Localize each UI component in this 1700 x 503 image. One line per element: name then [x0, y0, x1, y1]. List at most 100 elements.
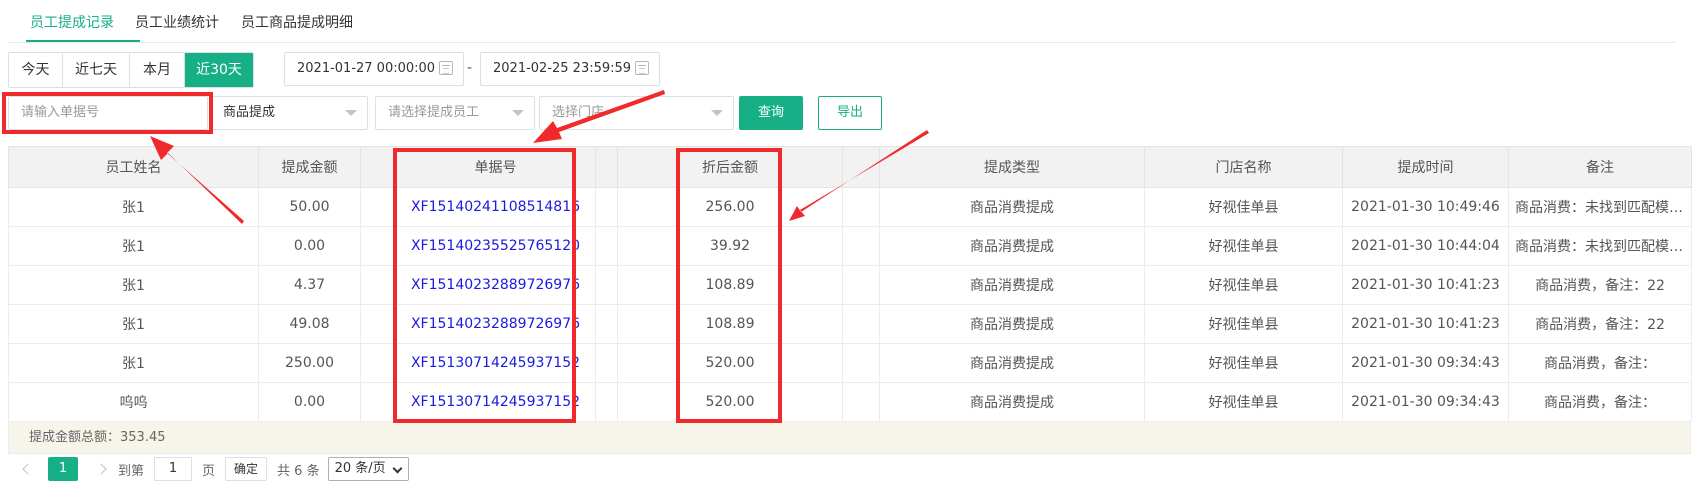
col-spacer [360, 146, 396, 188]
chevron-right-icon[interactable] [96, 459, 110, 479]
export-button[interactable]: 导出 [818, 96, 882, 130]
col-commission-type: 提成类型 [879, 146, 1145, 188]
order-no-input[interactable]: 请输入单据号 [8, 96, 208, 130]
cell-store: 好视佳单县 [1144, 304, 1343, 344]
cell-time: 2021-01-30 10:41:23 [1342, 304, 1509, 344]
end-date-value: 2021-02-25 23:59:59 [493, 61, 632, 76]
table-row: 张1 49.08 XF15140232889726976 108.89 商品消费… [8, 304, 1692, 344]
cell-order-no-link[interactable]: XF15140232889726976 [395, 304, 596, 344]
table-row: 张1 250.00 XF15130714245937152 520.00 商品消… [8, 343, 1692, 383]
cell-amount: 4.37 [258, 265, 361, 305]
cell-spacer [842, 304, 880, 344]
cell-employee: 张1 [8, 304, 259, 344]
cell-note: 商品消费，备注： [1508, 382, 1692, 422]
cell-note: 商品消费，备注：22 [1508, 265, 1692, 305]
cell-discounted: 520.00 [617, 382, 843, 422]
employee-placeholder: 请选择提成员工 [388, 105, 480, 120]
cell-employee: 张1 [8, 265, 259, 305]
employee-select[interactable]: 请选择提成员工 [375, 96, 535, 130]
commission-table: 员工姓名 提成金额 单据号 折后金额 提成类型 门店名称 提成时间 备注 张1 … [8, 146, 1692, 454]
cell-discounted: 256.00 [617, 187, 843, 227]
cell-note: 商品消费：未找到匹配模版，备注： [1508, 187, 1692, 227]
cell-order-no-link[interactable]: XF15140232889726976 [395, 265, 596, 305]
col-discounted-amount: 折后金额 [617, 146, 843, 188]
chevron-left-icon[interactable] [20, 459, 34, 479]
chevron-down-icon [512, 110, 524, 116]
cell-spacer [360, 265, 396, 305]
tab-product-commission-detail[interactable]: 员工商品提成明细 [241, 12, 353, 32]
cell-type: 商品消费提成 [879, 265, 1145, 305]
cell-amount: 50.00 [258, 187, 361, 227]
table-row: 张1 4.37 XF15140232889726976 108.89 商品消费提… [8, 265, 1692, 305]
query-button[interactable]: 查询 [739, 96, 803, 130]
cell-order-no-link[interactable]: XF15140235525765120 [395, 226, 596, 266]
cell-amount: 0.00 [258, 382, 361, 422]
calendar-icon [439, 61, 453, 75]
table-row: 呜呜 0.00 XF15130714245937152 520.00 商品消费提… [8, 382, 1692, 422]
order-no-placeholder: 请输入单据号 [21, 105, 100, 120]
col-spacer [595, 146, 618, 188]
cell-spacer [842, 226, 880, 266]
calendar-icon [635, 61, 649, 75]
cell-spacer [360, 304, 396, 344]
commission-type-select[interactable]: 商品提成 [210, 96, 368, 130]
quick-date-30-days[interactable]: 近30天 [185, 53, 253, 87]
data-grid: 员工姓名 提成金额 单据号 折后金额 提成类型 门店名称 提成时间 备注 张1 … [8, 146, 1692, 422]
col-commission-time: 提成时间 [1342, 146, 1509, 188]
store-placeholder: 选择门店 [552, 105, 605, 120]
tab-performance-stats[interactable]: 员工业绩统计 [135, 12, 219, 32]
start-date-input[interactable]: 2021-01-27 00:00:00 [284, 52, 464, 86]
store-select[interactable]: 选择门店 [539, 96, 734, 130]
cell-discounted: 39.92 [617, 226, 843, 266]
cell-discounted: 108.89 [617, 304, 843, 344]
col-store-name: 门店名称 [1144, 146, 1343, 188]
page-number-current[interactable]: 1 [48, 457, 78, 481]
cell-store: 好视佳单县 [1144, 226, 1343, 266]
cell-spacer [842, 382, 880, 422]
cell-store: 好视佳单县 [1144, 382, 1343, 422]
cell-spacer [595, 304, 618, 344]
goto-page-input[interactable]: 1 [154, 457, 193, 481]
cell-store: 好视佳单县 [1144, 265, 1343, 305]
cell-spacer [360, 226, 396, 266]
goto-confirm-button[interactable]: 确定 [225, 457, 268, 481]
total-commission-summary: 提成金额总额：353.45 [8, 422, 1691, 454]
cell-spacer [360, 343, 396, 383]
goto-label: 到第 [118, 463, 145, 479]
tab-bar: 员工提成记录 员工业绩统计 员工商品提成明细 [8, 0, 1676, 43]
date-separator: - [467, 60, 473, 76]
chevron-down-icon [711, 110, 723, 116]
cell-time: 2021-01-30 10:44:04 [1342, 226, 1509, 266]
cell-order-no-link[interactable]: XF15140241108514816 [395, 187, 596, 227]
cell-spacer [360, 382, 396, 422]
col-note: 备注 [1508, 146, 1692, 188]
tab-commission-records[interactable]: 员工提成记录 [30, 12, 114, 32]
cell-spacer [595, 382, 618, 422]
cell-type: 商品消费提成 [879, 382, 1145, 422]
quick-date-7-days[interactable]: 近七天 [63, 53, 130, 87]
cell-store: 好视佳单县 [1144, 343, 1343, 383]
cell-order-no-link[interactable]: XF15130714245937152 [395, 343, 596, 383]
cell-type: 商品消费提成 [879, 187, 1145, 227]
cell-order-no-link[interactable]: XF15130714245937152 [395, 382, 596, 422]
quick-date-today[interactable]: 今天 [9, 53, 63, 87]
end-date-input[interactable]: 2021-02-25 23:59:59 [480, 52, 660, 86]
cell-time: 2021-01-30 10:41:23 [1342, 265, 1509, 305]
col-spacer [842, 146, 880, 188]
quick-date-this-month[interactable]: 本月 [130, 53, 185, 87]
cell-spacer [842, 265, 880, 305]
table-row: 张1 50.00 XF15140241108514816 256.00 商品消费… [8, 187, 1692, 227]
cell-employee: 张1 [8, 187, 259, 227]
cell-time: 2021-01-30 10:49:46 [1342, 187, 1509, 227]
cell-type: 商品消费提成 [879, 304, 1145, 344]
cell-employee: 呜呜 [8, 382, 259, 422]
start-date-value: 2021-01-27 00:00:00 [297, 61, 436, 76]
cell-amount: 49.08 [258, 304, 361, 344]
col-commission-amount: 提成金额 [258, 146, 361, 188]
cell-type: 商品消费提成 [879, 343, 1145, 383]
cell-amount: 0.00 [258, 226, 361, 266]
cell-discounted: 108.89 [617, 265, 843, 305]
page-size-select[interactable]: 20 条/页 [327, 457, 409, 481]
cell-time: 2021-01-30 09:34:43 [1342, 382, 1509, 422]
cell-employee: 张1 [8, 343, 259, 383]
